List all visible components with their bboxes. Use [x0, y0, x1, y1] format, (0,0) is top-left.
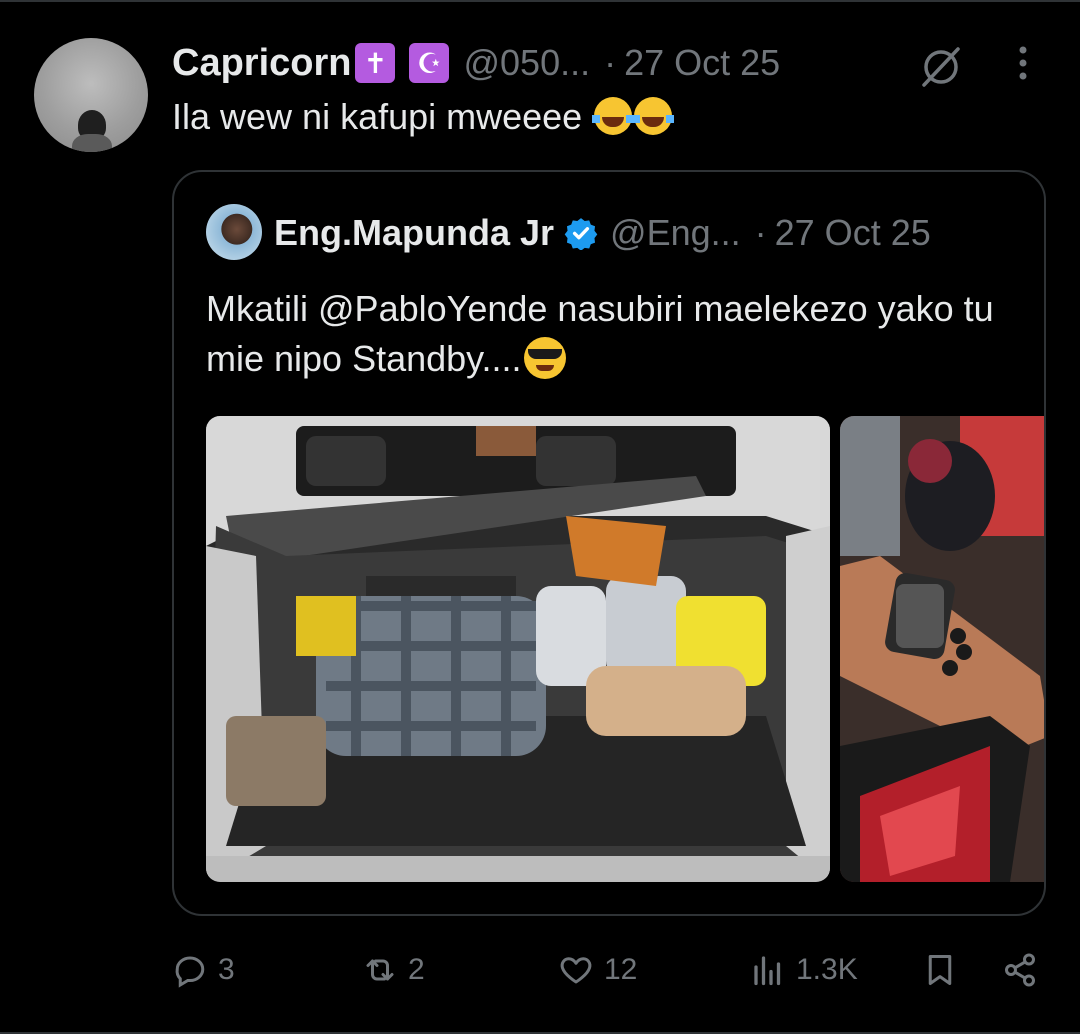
top-divider: [0, 0, 1080, 2]
post-header: Capricorn ✝ ☪ @050... · 27 Oct 25: [172, 38, 780, 88]
quoted-post-text: Mkatili @PabloYende nasubiri maelekezo y…: [206, 284, 1016, 384]
author-avatar[interactable]: [34, 38, 148, 152]
separator-dot: ·: [604, 42, 617, 83]
bookmark-button[interactable]: [922, 944, 958, 996]
wrist-watch-photo[interactable]: [840, 416, 1044, 882]
views-count: 1.3K: [796, 953, 858, 986]
avatar-figure-body: [72, 134, 112, 152]
like-count: 12: [604, 953, 638, 986]
grok-icon[interactable]: [918, 44, 964, 90]
star-and-crescent-emoji-icon: ☪: [409, 43, 450, 83]
quoted-author-handle[interactable]: @Eng...: [610, 212, 741, 254]
reply-icon: [175, 956, 205, 988]
quoted-post-text-content: Mkatili @PabloYende nasubiri maelekezo y…: [206, 288, 994, 379]
repost-button[interactable]: 2: [362, 944, 425, 996]
post-date[interactable]: 27 Oct 25: [624, 42, 780, 84]
car-trunk-photo[interactable]: [206, 416, 830, 882]
post-actions-bar: 3 2 12 1.3K: [172, 944, 1042, 996]
author-handle[interactable]: @050...: [463, 42, 590, 84]
quoted-separator-dot: ·: [754, 212, 767, 253]
author-name[interactable]: Capricorn: [172, 42, 351, 85]
post-text: Ila wew ni kafupi mweeee: [172, 96, 675, 138]
face-with-tears-of-joy-icon: [592, 97, 635, 135]
verified-badge-icon: [564, 218, 598, 250]
face-with-tears-of-joy-icon: [632, 97, 675, 135]
post-text-content: Ila wew ni kafupi mweeee: [172, 96, 583, 137]
views-button[interactable]: 1.3K: [750, 944, 858, 996]
like-button[interactable]: 12: [558, 944, 637, 996]
reply-button[interactable]: 3: [172, 944, 235, 996]
car-trunk-photo-illustration: [206, 416, 830, 882]
quoted-post-date[interactable]: 27 Oct 25: [775, 212, 931, 254]
reply-count: 3: [218, 953, 235, 986]
share-button[interactable]: [1002, 944, 1038, 996]
repost-count: 2: [408, 953, 425, 986]
heart-icon: [560, 957, 592, 984]
latin-cross-emoji-icon: ✝: [355, 43, 396, 83]
quoted-post-card[interactable]: Eng.Mapunda Jr @Eng... · 27 Oct 25 Mkati…: [172, 170, 1046, 916]
wrist-watch-photo-illustration: [840, 416, 1044, 882]
quoted-author-avatar[interactable]: [206, 204, 262, 260]
quoted-post-header: Eng.Mapunda Jr @Eng... · 27 Oct 25: [274, 208, 931, 258]
repost-icon: [366, 959, 394, 981]
quoted-author-name[interactable]: Eng.Mapunda Jr: [274, 212, 554, 254]
bookmark-icon: [928, 955, 952, 985]
smiling-face-with-sunglasses-icon: [523, 337, 566, 379]
views-analytics-icon: [754, 956, 781, 986]
more-options-icon[interactable]: [1010, 44, 1036, 84]
share-icon: [1005, 953, 1035, 987]
